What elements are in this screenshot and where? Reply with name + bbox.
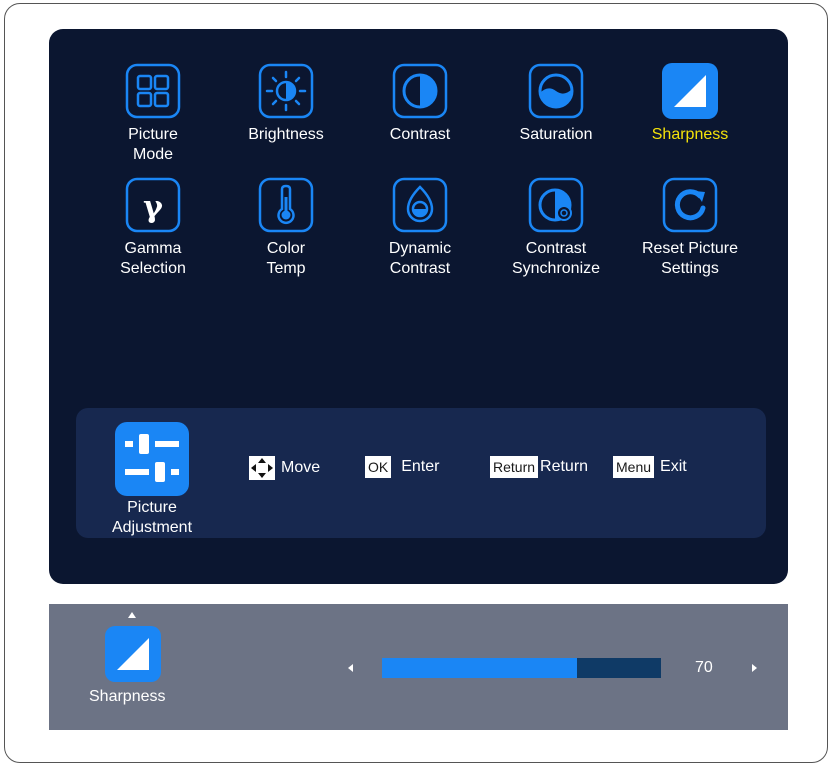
increase-arrow-icon[interactable]: [752, 664, 757, 672]
move-arrows-icon: [249, 456, 275, 480]
menu-item-saturation[interactable]: Saturation: [491, 63, 621, 145]
saturation-icon: [528, 63, 584, 119]
sharpness-adjust-panel: Sharpness 70: [49, 604, 788, 730]
sharpness-label: Sharpness: [89, 688, 166, 705]
return-key: Return: [490, 456, 539, 478]
hint-move-label: Move: [281, 459, 321, 476]
dynamic-contrast-icon: [392, 177, 448, 233]
hint-exit: Menu Exit: [613, 456, 687, 478]
hint-move: Move: [249, 456, 320, 480]
menu-key: Menu: [613, 456, 655, 478]
menu-item-label: Saturation: [519, 126, 593, 143]
menu-item-label: Contrast Synchronize: [511, 240, 601, 277]
menu-item-color-temp[interactable]: Color Temp: [221, 177, 351, 279]
section-label: Picture Adjustment: [111, 499, 193, 536]
menu-item-label: Dynamic Contrast: [388, 240, 452, 277]
menu-item-label: Sharpness: [651, 126, 729, 143]
contrast-icon: [392, 63, 448, 119]
sharpness-slider-fill: [382, 658, 578, 678]
menu-item-contrast[interactable]: Contrast: [355, 63, 485, 145]
hint-enter: OK Enter: [365, 456, 439, 478]
ok-key: OK: [365, 456, 392, 478]
menu-item-gamma-selection[interactable]: γ Gamma Selection: [88, 177, 218, 279]
menu-item-contrast-synchronize[interactable]: Contrast Synchronize: [491, 177, 621, 279]
brightness-icon: [258, 63, 314, 119]
picture-adjustment-icon: [115, 422, 189, 496]
menu-item-label: Picture Mode: [128, 126, 178, 163]
menu-item-sharpness[interactable]: Sharpness: [625, 63, 755, 145]
gamma-icon: γ: [125, 177, 181, 233]
contrast-synchronize-icon: [528, 177, 584, 233]
sharpness-icon: [105, 626, 161, 682]
decrease-arrow-icon[interactable]: [348, 664, 353, 672]
up-arrow-icon: [128, 612, 136, 618]
picture-mode-icon: [125, 63, 181, 119]
menu-item-label: Color Temp: [266, 240, 306, 277]
color-temp-icon: [258, 177, 314, 233]
sharpness-value: 70: [695, 659, 713, 676]
menu-item-picture-mode[interactable]: Picture Mode: [88, 63, 218, 165]
menu-item-label: Gamma Selection: [120, 240, 186, 277]
menu-item-reset-picture-settings[interactable]: Reset Picture Settings: [625, 177, 755, 279]
hint-exit-label: Exit: [660, 458, 687, 475]
sharpness-icon: [662, 63, 718, 119]
hint-return-label: Return: [540, 458, 589, 475]
hint-return: Return Return: [490, 456, 588, 478]
menu-item-label: Contrast: [389, 126, 451, 143]
hint-enter-label: Enter: [401, 458, 440, 475]
reset-icon: [662, 177, 718, 233]
menu-item-label: Reset Picture Settings: [641, 240, 739, 277]
svg-text:γ: γ: [143, 190, 163, 225]
menu-item-brightness[interactable]: Brightness: [221, 63, 351, 145]
sharpness-slider[interactable]: [382, 658, 661, 678]
menu-item-dynamic-contrast[interactable]: Dynamic Contrast: [355, 177, 485, 279]
menu-item-label: Brightness: [248, 126, 324, 143]
